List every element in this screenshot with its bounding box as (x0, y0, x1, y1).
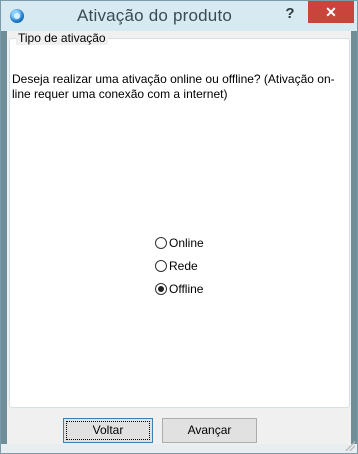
resize-grip-icon[interactable] (345, 441, 355, 451)
next-button[interactable]: Avançar (162, 418, 257, 443)
app-icon (10, 9, 24, 23)
activation-dialog: Ativação do produto ? ✕ Tipo de ativação… (0, 0, 358, 454)
help-button[interactable]: ? (280, 4, 300, 24)
back-button[interactable]: Voltar (63, 418, 153, 443)
radio-offline-label[interactable]: Offline (169, 282, 203, 296)
radio-rede-label[interactable]: Rede (169, 259, 198, 273)
dialog-content: Tipo de ativação Deseja realizar uma ati… (7, 31, 351, 444)
close-icon: ✕ (325, 4, 337, 20)
activation-question: Deseja realizar uma ativação online ou o… (12, 72, 335, 101)
radio-offline[interactable]: Offline (155, 281, 203, 297)
window-bottom-border (1, 444, 357, 453)
window-title: Ativação do produto (77, 6, 233, 25)
radio-rede[interactable]: Rede (155, 258, 198, 274)
close-button[interactable]: ✕ (308, 1, 354, 23)
group-legend: Tipo de ativação (16, 31, 108, 45)
radio-online-label[interactable]: Online (169, 236, 204, 250)
radio-online-circle[interactable] (155, 237, 167, 249)
radio-online[interactable]: Online (155, 235, 204, 251)
activation-type-group: Tipo de ativação Deseja realizar uma ati… (9, 31, 350, 408)
radio-offline-circle[interactable] (155, 283, 167, 295)
radio-rede-circle[interactable] (155, 260, 167, 272)
title-bar[interactable]: Ativação do produto ? ✕ (1, 1, 357, 31)
